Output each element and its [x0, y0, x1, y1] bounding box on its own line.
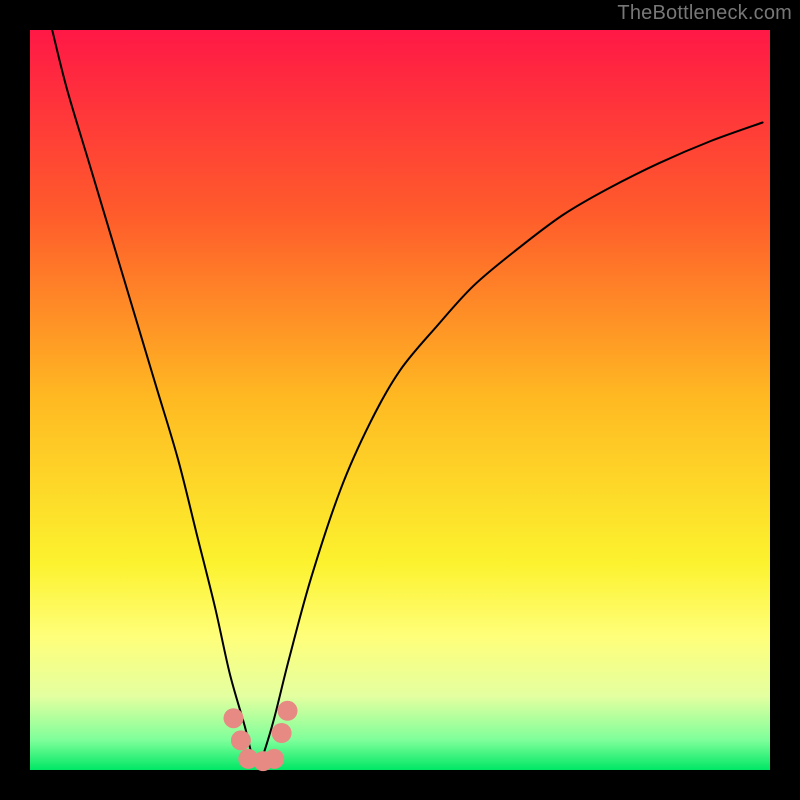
chart-background: [30, 30, 770, 770]
bottleneck-chart: [0, 0, 800, 800]
highlight-marker: [278, 701, 298, 721]
highlight-marker: [272, 723, 292, 743]
chart-frame: TheBottleneck.com: [0, 0, 800, 800]
highlight-marker: [264, 749, 284, 769]
highlight-marker: [224, 708, 244, 728]
watermark-text: TheBottleneck.com: [617, 2, 792, 25]
highlight-marker: [231, 730, 251, 750]
